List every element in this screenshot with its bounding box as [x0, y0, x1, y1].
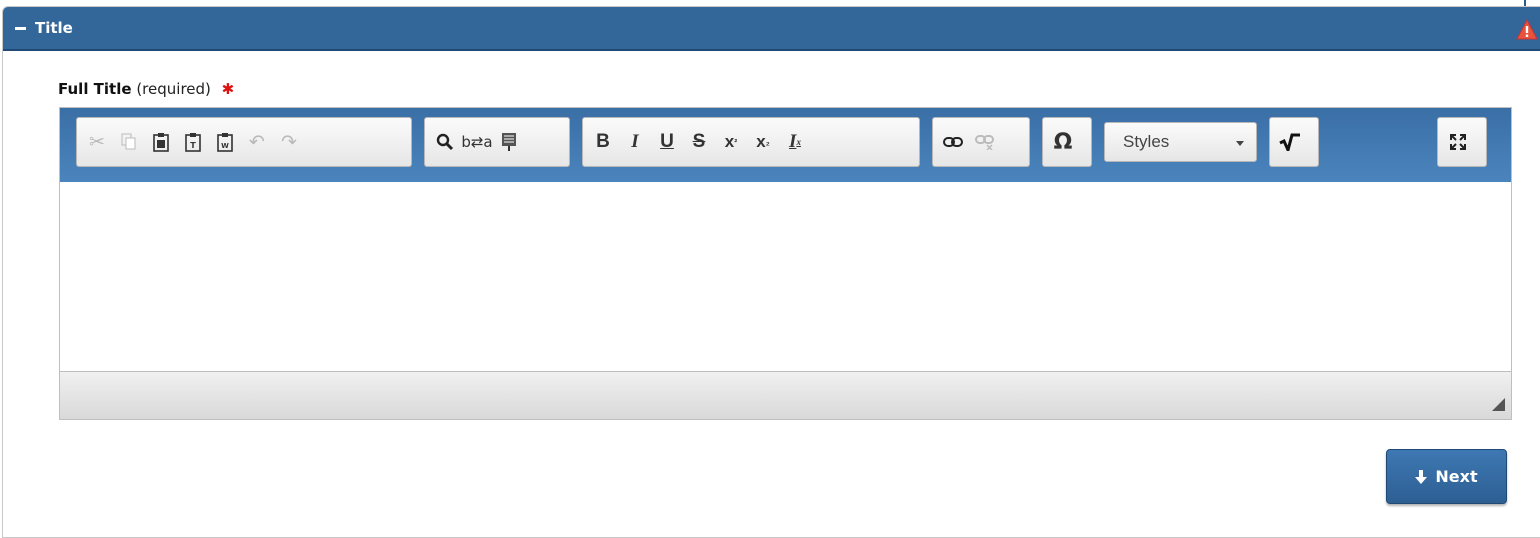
toolbar-group-insert: Ω — [1042, 117, 1092, 167]
resize-handle-icon[interactable] — [1492, 398, 1505, 411]
field-label-text: Full Title — [58, 80, 132, 98]
maximize-icon[interactable] — [1442, 125, 1474, 159]
redo-icon[interactable]: ↷ — [273, 125, 305, 159]
toolbar-group-clipboard: ✂ T W ↶ ↷ — [76, 117, 412, 167]
warning-triangle-icon — [1516, 19, 1538, 40]
cut-icon[interactable]: ✂ — [81, 125, 113, 159]
paste-word-icon[interactable]: W — [209, 125, 241, 159]
remove-format-icon[interactable]: Ix — [779, 125, 811, 159]
minus-icon[interactable] — [15, 20, 29, 36]
italic-icon[interactable]: I — [619, 125, 651, 159]
toolbar-group-links — [932, 117, 1030, 167]
undo-icon[interactable]: ↶ — [241, 125, 273, 159]
underline-icon[interactable]: U — [651, 125, 683, 159]
chevron-down-icon — [1236, 141, 1244, 146]
required-text: (required) — [136, 80, 211, 98]
rich-text-editor: ✂ T W ↶ ↷ b⇄a B I U S x ² x ₂ I x Ω Styl… — [59, 107, 1512, 420]
subscript-icon[interactable]: x₂ — [747, 125, 779, 159]
full-title-label: Full Title (required) ✱ — [58, 80, 234, 98]
strikethrough-icon[interactable]: S — [683, 125, 715, 159]
bold-icon[interactable]: B — [587, 125, 619, 159]
editor-content-area[interactable] — [60, 182, 1511, 371]
copy-icon[interactable] — [113, 125, 145, 159]
paste-icon[interactable] — [145, 125, 177, 159]
select-all-icon[interactable] — [493, 125, 525, 159]
svg-text:T: T — [190, 141, 196, 150]
link-icon[interactable] — [937, 125, 969, 159]
toolbar-group-basic-styles: B I U S x² x₂ Ix — [582, 117, 920, 167]
toolbar-group-editing: b⇄a — [424, 117, 570, 167]
superscript-icon[interactable]: x² — [715, 125, 747, 159]
required-marker: ✱ — [221, 80, 235, 98]
editor-status-bar — [60, 371, 1511, 419]
find-icon[interactable] — [429, 125, 461, 159]
styles-dropdown[interactable]: Styles — [1104, 122, 1257, 162]
editor-toolbar: ✂ T W ↶ ↷ b⇄a B I U S x ² x ₂ I x Ω Styl… — [60, 108, 1511, 182]
toolbar-group-math — [1269, 117, 1319, 167]
toolbar-group-tools — [1437, 117, 1487, 167]
next-button[interactable]: Next — [1386, 449, 1507, 504]
unlink-icon[interactable] — [969, 125, 1001, 159]
next-button-label: Next — [1435, 467, 1478, 486]
arrow-down-icon — [1415, 469, 1428, 484]
svg-text:W: W — [221, 142, 229, 150]
paste-text-icon[interactable]: T — [177, 125, 209, 159]
square-root-icon[interactable] — [1274, 125, 1306, 159]
panel-title: Title — [35, 19, 73, 37]
panel-header[interactable]: Title — [3, 7, 1540, 51]
special-char-icon[interactable]: Ω — [1047, 125, 1079, 159]
styles-dropdown-value: Styles — [1123, 132, 1170, 151]
replace-icon[interactable]: b⇄a — [461, 125, 493, 159]
